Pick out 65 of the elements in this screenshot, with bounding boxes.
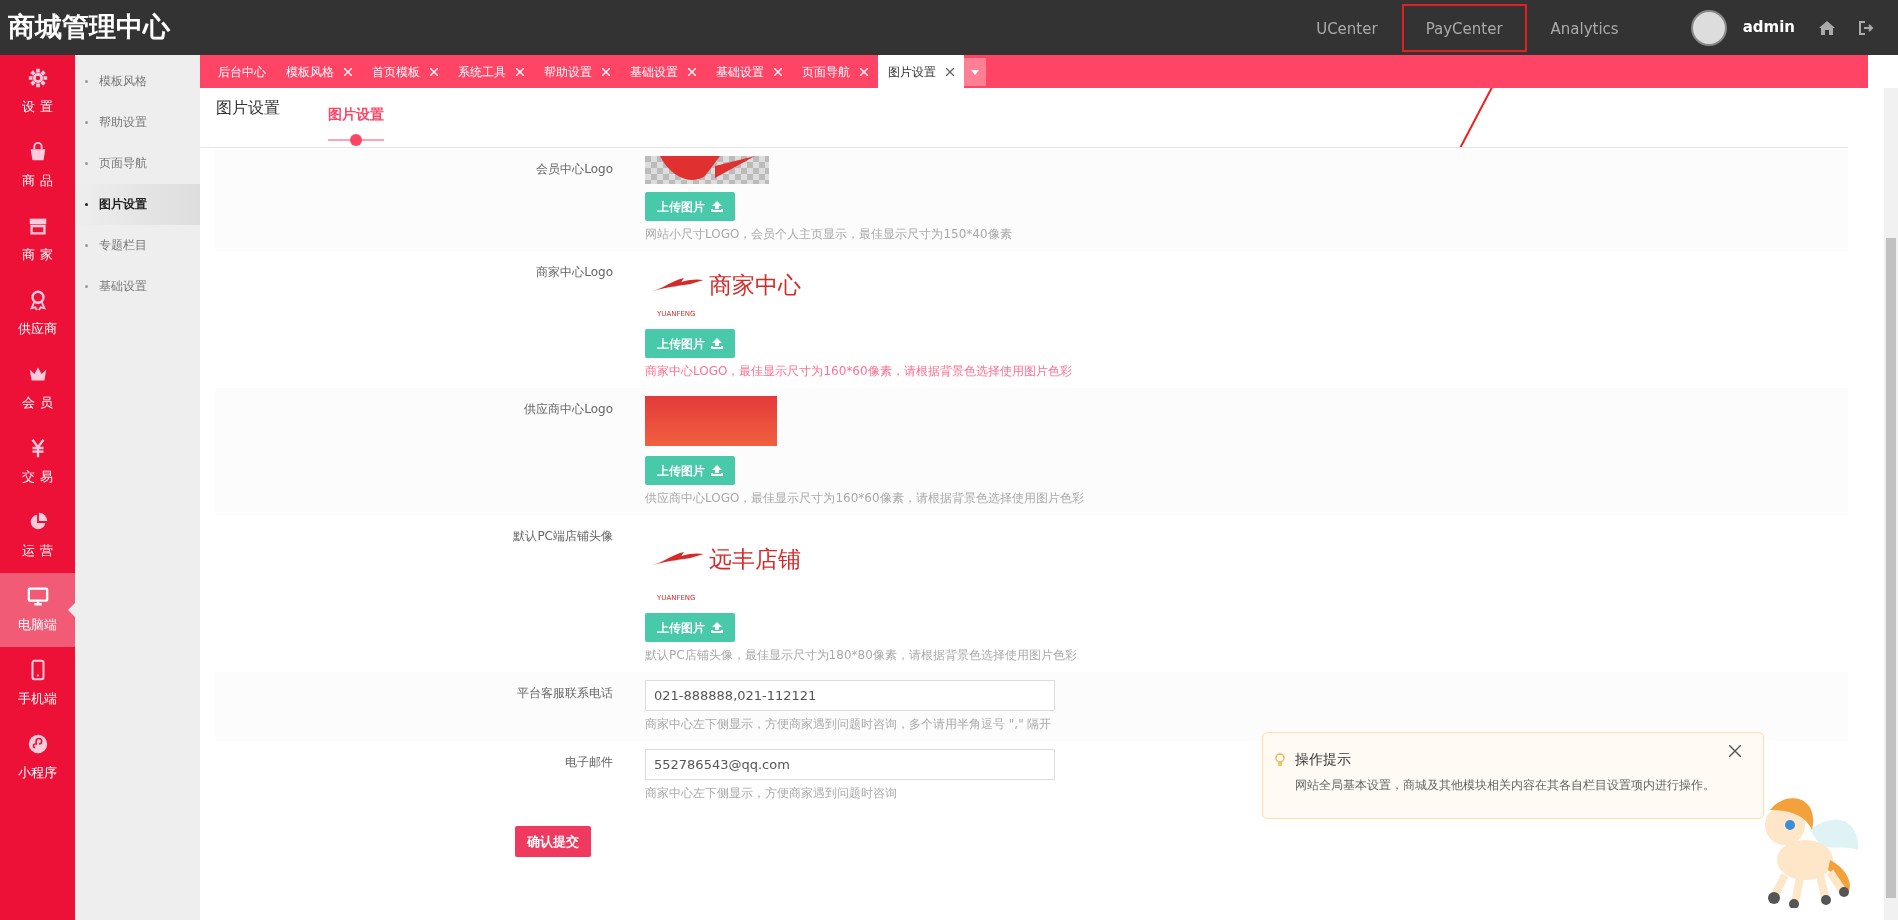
tab[interactable]: 图片设置 [878,55,964,88]
field-hint: 商家中心左下侧显示，方便商家遇到问题时咨询 [645,785,898,802]
sidebar-item[interactable]: 设 置 [0,55,75,129]
submenu-item[interactable]: 帮助设置 [75,102,200,143]
user-name[interactable]: admin [1742,16,1795,39]
text-field[interactable]: 021-888888,021-112121 [645,680,1055,711]
tab-menu-button[interactable] [964,58,986,86]
field-hint: 商家中心LOGO，最佳显示尺寸为160*60像素，请根据背景色选择使用图片色彩 [645,363,1072,380]
home-icon[interactable] [1819,20,1835,35]
tab[interactable]: 模板风格 [276,55,362,88]
sidebar-item[interactable]: 电脑端 [0,573,75,647]
close-icon[interactable] [1729,745,1741,757]
field-hint: 默认PC店铺头像，最佳显示尺寸为180*80像素，请根据背景色选择使用图片色彩 [645,647,1077,664]
field-label: 商家中心Logo [535,264,614,281]
nav-link[interactable]: UCenter [1292,3,1402,52]
active-tab-indicator [328,133,384,147]
sidebar-item[interactable]: 商 家 [0,203,75,277]
upload-icon [711,338,723,349]
sidebar-item[interactable]: 小程序 [0,721,75,795]
caret-icon [971,69,979,75]
field-label: 供应商中心Logo [523,401,614,418]
nav-link[interactable]: PayCenter [1401,3,1527,52]
field-label: 平台客服联系电话 [516,685,614,702]
tip-text: 网站全局基本设置，商城及其他模块相关内容在其各自栏目设置项内进行操作。 [1294,777,1716,794]
field-label: 电子邮件 [564,754,614,771]
sidebar-item[interactable]: 手机端 [0,647,75,721]
tab[interactable]: 基础设置 [620,55,706,88]
submenu-item[interactable]: 基础设置 [75,266,200,307]
field-hint: 供应商中心LOGO，最佳显示尺寸为160*60像素，请根据背景色选择使用图片色彩 [645,490,1084,507]
tab[interactable]: 页面导航 [792,55,878,88]
sidebar-item[interactable]: 运 营 [0,499,75,573]
upload-icon [711,465,723,476]
upload-icon [711,201,723,212]
logout-icon[interactable] [1859,20,1874,35]
submit-button[interactable]: 确认提交 [515,826,591,857]
tab[interactable]: 基础设置 [706,55,792,88]
field-label: 默认PC端店铺头像 [512,528,614,545]
text-field[interactable]: 552786543@qq.com [645,749,1055,780]
close-icon[interactable] [946,67,954,76]
section-tab[interactable]: 图片设置 [328,104,384,125]
sidebar-item[interactable]: 供应商 [0,277,75,351]
scrollbar[interactable] [1884,88,1898,920]
page-title: 图片设置 [216,97,280,119]
upload-icon [711,622,723,633]
tab[interactable]: 系统工具 [448,55,534,88]
submenu-item[interactable]: 专题栏目 [75,225,200,266]
tab[interactable]: 首页模板 [362,55,448,88]
monitor-icon [26,585,49,608]
sidebar-item[interactable]: 商 品 [0,129,75,203]
tab[interactable]: 帮助设置 [534,55,620,88]
field-hint: 网站小尺寸LOGO，会员个人主页显示，最佳显示尺寸为150*40像素 [645,226,1012,243]
field-hint: 商家中心左下侧显示，方便商家遇到问题时咨询，多个请用半角逗号 "," 隔开 [645,716,1053,733]
app-title: 商城管理中心 [7,10,170,45]
submenu-item[interactable]: 页面导航 [75,143,200,184]
lightbulb-icon [1273,751,1287,768]
link-circle-icon [26,733,49,756]
tab[interactable]: 后台中心 [208,55,276,88]
settings-icon [26,67,49,90]
field-label: 会员中心Logo [535,161,614,178]
tip-title: 操作提示 [1295,750,1351,769]
sidebar-item[interactable]: 会 员 [0,351,75,425]
submenu-item[interactable]: 模板风格 [75,61,200,102]
nav-link[interactable]: Analytics [1526,3,1643,52]
avatar[interactable] [1690,9,1727,46]
sidebar-item[interactable]: 交 易 [0,425,75,499]
